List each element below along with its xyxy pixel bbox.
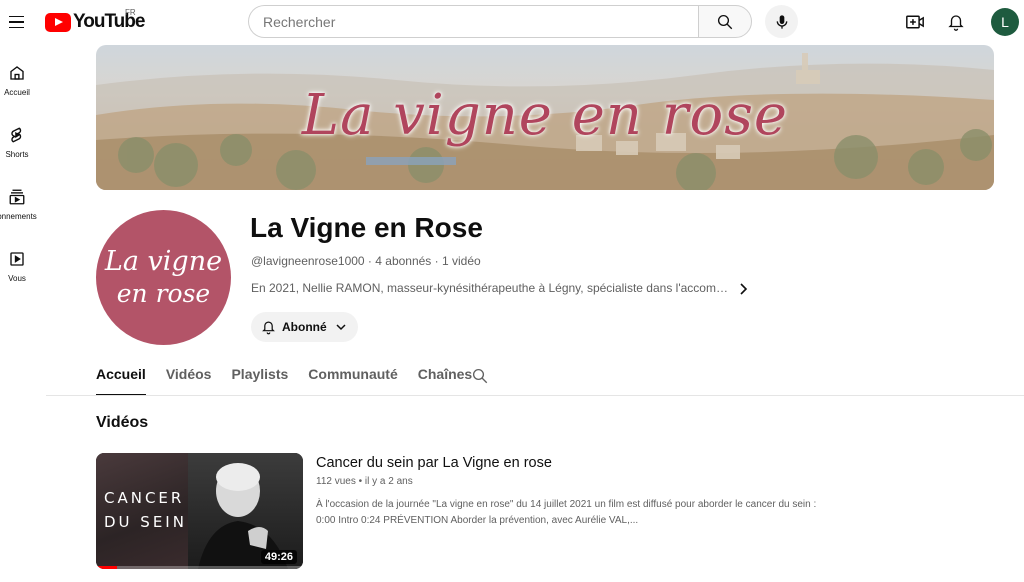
channel-tabs: Accueil Vidéos Playlists Communauté Chaî… bbox=[96, 366, 492, 396]
country-code: FR bbox=[125, 8, 136, 17]
nav-label-shorts: Shorts bbox=[5, 150, 29, 159]
nav-item-home[interactable]: Accueil bbox=[0, 64, 34, 114]
tabs-divider bbox=[46, 395, 1024, 396]
top-bar: YouTube FR L bbox=[0, 0, 1024, 44]
bell-icon bbox=[262, 321, 275, 335]
channel-description[interactable]: En 2021, Nellie RAMON, masseur-kynésithé… bbox=[251, 281, 731, 295]
hamburger-menu-icon[interactable] bbox=[4, 8, 28, 36]
channel-avatar-line2: en rose bbox=[116, 278, 211, 308]
tab-community[interactable]: Communauté bbox=[308, 366, 397, 396]
create-video-icon bbox=[906, 15, 924, 29]
search-icon[interactable] bbox=[471, 367, 489, 385]
tab-channels[interactable]: Chaînes bbox=[418, 366, 472, 396]
search-input[interactable] bbox=[248, 5, 698, 38]
nav-item-shorts[interactable]: Shorts bbox=[0, 126, 34, 176]
video-description-line2: 0:00 Intro 0:24 PRÉVENTION Aborder la pr… bbox=[316, 515, 639, 526]
video-title[interactable]: Cancer du sein par La Vigne en rose bbox=[316, 455, 552, 471]
microphone-icon bbox=[776, 14, 787, 29]
channel-avatar[interactable]: La vigne en rose bbox=[96, 210, 231, 345]
video-description: À l'occasion de la journée "La vigne en … bbox=[316, 497, 836, 529]
bell-icon bbox=[948, 15, 964, 31]
section-title: Vidéos bbox=[96, 414, 149, 431]
home-icon bbox=[10, 66, 24, 80]
subscribed-label: Abonné bbox=[282, 320, 327, 334]
video-duration: 49:26 bbox=[260, 550, 297, 564]
search-button[interactable] bbox=[698, 5, 752, 38]
account-avatar[interactable]: L bbox=[991, 8, 1019, 36]
channel-banner[interactable]: La vigne en rose bbox=[96, 45, 994, 190]
nav-item-you[interactable]: Vous bbox=[0, 250, 34, 300]
channel-avatar-line1: La vigne bbox=[104, 245, 223, 277]
channel-meta: @lavigneenrose1000 · 4 abonnés · 1 vidéo bbox=[251, 254, 481, 268]
tab-playlists[interactable]: Playlists bbox=[231, 366, 288, 396]
video-meta: 112 vues • il y a 2 ans bbox=[316, 476, 413, 487]
thumbnail-text-line2: DU SEIN bbox=[104, 513, 187, 531]
youtube-logo[interactable]: YouTube FR bbox=[45, 8, 145, 33]
notifications-button[interactable] bbox=[943, 9, 969, 35]
search-bar bbox=[248, 5, 752, 38]
watch-progress-fill bbox=[96, 566, 117, 569]
subscriptions-icon bbox=[9, 189, 25, 205]
create-button[interactable] bbox=[902, 9, 928, 35]
nav-label-you: Vous bbox=[8, 274, 26, 283]
nav-item-subscriptions[interactable]: onnements bbox=[0, 188, 37, 238]
chevron-down-icon bbox=[336, 324, 346, 331]
video-thumbnail[interactable]: CANCER DU SEIN 49:26 bbox=[96, 453, 303, 569]
subscribed-button[interactable]: Abonné bbox=[251, 312, 358, 342]
nav-label-subscriptions: onnements bbox=[0, 212, 37, 221]
youtube-play-icon bbox=[45, 12, 71, 32]
chevron-right-icon[interactable] bbox=[735, 281, 751, 297]
voice-search-button[interactable] bbox=[765, 5, 798, 38]
video-description-line1: À l'occasion de la journée "La vigne en … bbox=[316, 499, 817, 510]
shorts-icon bbox=[11, 127, 22, 143]
banner-title: La vigne en rose bbox=[301, 83, 789, 148]
channel-name: La Vigne en Rose bbox=[250, 212, 483, 243]
thumbnail-text-line1: CANCER bbox=[104, 489, 185, 507]
nav-label-home: Accueil bbox=[4, 88, 30, 97]
you-icon bbox=[10, 252, 24, 266]
search-icon bbox=[717, 14, 733, 29]
tab-videos[interactable]: Vidéos bbox=[166, 366, 212, 396]
watch-progress-bar bbox=[96, 566, 303, 569]
thumbnail-left-panel bbox=[96, 453, 188, 569]
tab-home[interactable]: Accueil bbox=[96, 366, 146, 396]
